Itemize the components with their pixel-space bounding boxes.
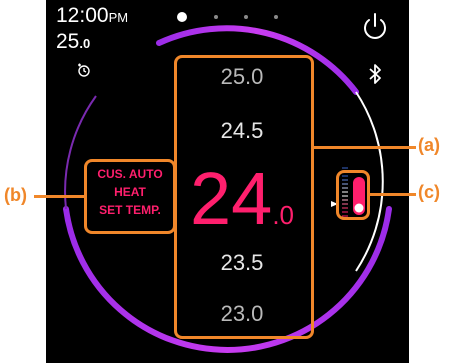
callout-label-b: (b) xyxy=(4,185,27,205)
setpoint-dec: .0 xyxy=(79,36,91,51)
power-icon[interactable] xyxy=(360,12,390,42)
callout-line-a xyxy=(314,146,416,149)
page-indicator[interactable] xyxy=(177,12,287,22)
status-area: 12:00PM 25.0 xyxy=(56,4,128,77)
page-dot-active[interactable] xyxy=(177,12,187,22)
callout-label-c: (c) xyxy=(418,182,440,202)
clock-time-value: 12:00 xyxy=(56,4,109,27)
clock-ampm: PM xyxy=(108,10,129,25)
page-dot[interactable] xyxy=(214,15,218,19)
callout-box-b xyxy=(84,159,176,234)
callout-label-a: (a) xyxy=(418,135,440,155)
callout-box-a xyxy=(174,55,314,339)
page-dot[interactable] xyxy=(274,15,278,19)
timer-icon xyxy=(78,63,90,77)
setpoint-int: 25 xyxy=(56,30,80,53)
callout-box-c xyxy=(336,170,370,220)
callout-line-b xyxy=(34,195,84,198)
clock-time: 12:00PM xyxy=(56,4,128,30)
bluetooth-icon xyxy=(369,64,381,84)
room-setpoint: 25.0 xyxy=(56,31,128,55)
callout-line-c xyxy=(370,193,416,196)
page-dot[interactable] xyxy=(244,15,248,19)
